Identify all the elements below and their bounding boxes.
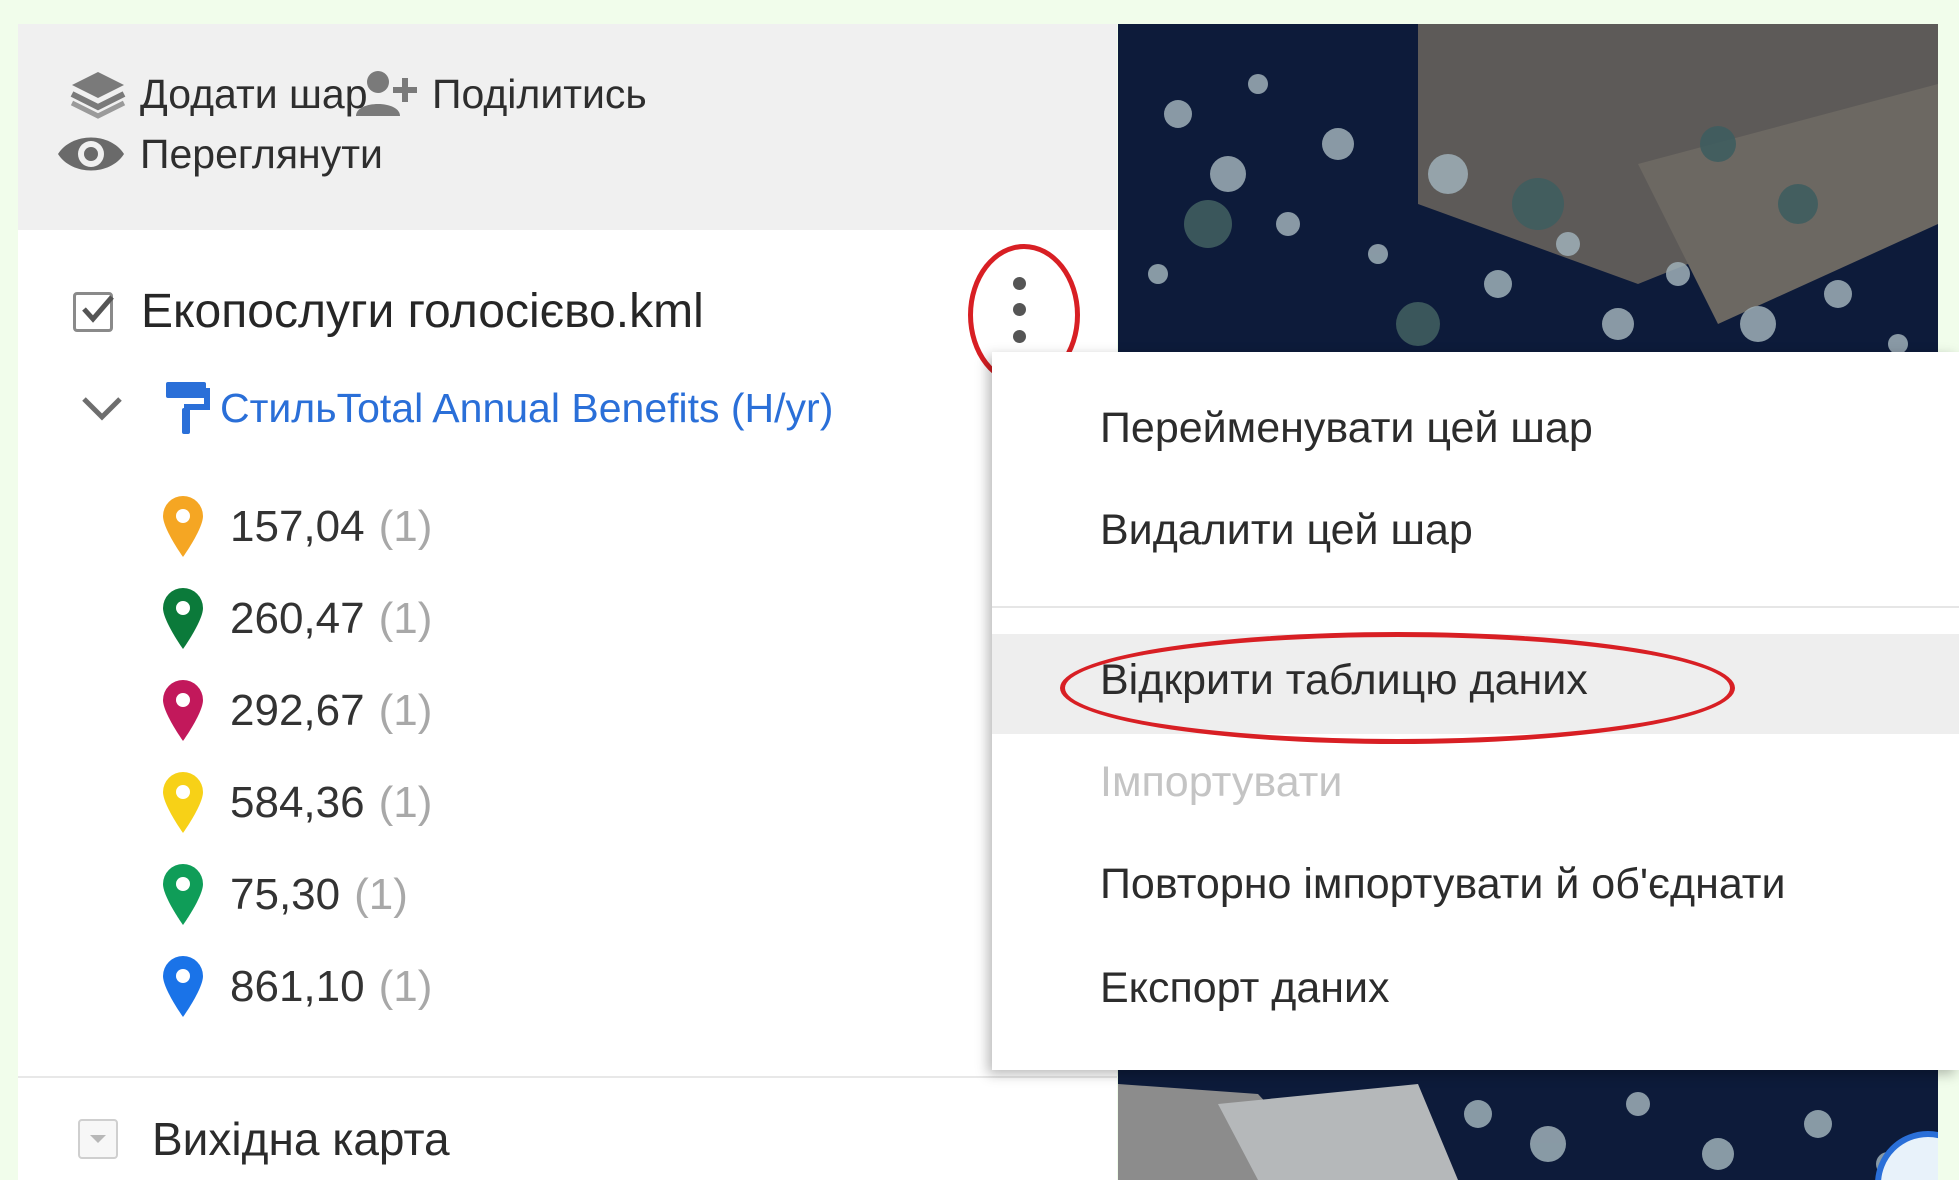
menu-delete[interactable]: Видалити цей шар bbox=[1100, 506, 1473, 555]
toolbar: Додати шар Поділитись Переглянути bbox=[18, 24, 1117, 230]
legend-item[interactable]: 292,67 (1) bbox=[160, 676, 432, 746]
preview-label: Переглянути bbox=[140, 130, 383, 177]
menu-open-data-table[interactable]: Відкрити таблицю даних bbox=[1100, 656, 1588, 705]
layers-icon bbox=[70, 72, 126, 119]
legend-count: (1) bbox=[378, 778, 433, 827]
menu-divider bbox=[992, 606, 1959, 608]
map-pin-icon bbox=[163, 496, 203, 557]
map-pin-icon bbox=[163, 956, 203, 1017]
legend-value: 157,04 bbox=[230, 502, 365, 551]
legend-count: (1) bbox=[378, 686, 433, 735]
map-pin-icon bbox=[163, 772, 203, 833]
paint-roller-icon bbox=[166, 382, 210, 434]
legend-item[interactable]: 157,04 (1) bbox=[160, 492, 432, 562]
style-row: СтильTotal Annual Benefits (H/yr) bbox=[80, 380, 833, 436]
chevron-down-icon[interactable] bbox=[80, 393, 124, 423]
map-pin-icon bbox=[163, 680, 203, 741]
legend-count: (1) bbox=[378, 594, 433, 643]
panel-divider bbox=[18, 1076, 1117, 1078]
menu-export-data[interactable]: Експорт даних bbox=[1100, 964, 1390, 1013]
menu-import: Імпортувати bbox=[1100, 758, 1343, 806]
basemap-row: Вихідна карта bbox=[78, 1112, 450, 1166]
style-link[interactable]: СтильTotal Annual Benefits (H/yr) bbox=[220, 385, 833, 432]
layer-context-menu: Перейменувати цей шар Видалити цей шар В… bbox=[992, 352, 1959, 1070]
triangle-down-icon bbox=[90, 1135, 106, 1143]
map-pin-icon bbox=[163, 864, 203, 925]
more-vert-icon bbox=[1012, 276, 1026, 290]
add-person-icon bbox=[356, 71, 417, 116]
layer-checkbox[interactable] bbox=[73, 291, 114, 332]
map-pin-icon bbox=[163, 588, 203, 649]
checkmark-icon bbox=[82, 294, 114, 323]
legend-value: 861,10 bbox=[230, 962, 365, 1011]
basemap-toggle[interactable] bbox=[78, 1119, 118, 1159]
layer-row: Екопослуги голосієво.kml bbox=[73, 284, 704, 339]
menu-reimport-merge[interactable]: Повторно імпортувати й об'єднати bbox=[1100, 860, 1786, 909]
share-button[interactable]: Поділитись bbox=[354, 68, 647, 120]
legend-item[interactable]: 260,47 (1) bbox=[160, 584, 432, 654]
legend-count: (1) bbox=[354, 870, 408, 919]
eye-icon bbox=[58, 137, 124, 171]
legend-item[interactable]: 584,36 (1) bbox=[160, 768, 432, 838]
preview-button[interactable]: Переглянути bbox=[56, 128, 383, 180]
layer-name[interactable]: Екопослуги голосієво.kml bbox=[141, 284, 704, 339]
legend-value: 584,36 bbox=[230, 778, 365, 827]
menu-rename[interactable]: Перейменувати цей шар bbox=[1100, 404, 1593, 453]
basemap-label[interactable]: Вихідна карта bbox=[152, 1112, 450, 1166]
legend-item[interactable]: 75,30 (1) bbox=[160, 860, 408, 930]
legend-count: (1) bbox=[378, 962, 433, 1011]
legend-count: (1) bbox=[378, 502, 433, 551]
legend-value: 260,47 bbox=[230, 594, 365, 643]
legend-value: 75,30 bbox=[230, 870, 341, 919]
share-label: Поділитись bbox=[432, 70, 647, 117]
legend-item[interactable]: 861,10 (1) bbox=[160, 952, 432, 1022]
legend-value: 292,67 bbox=[230, 686, 365, 735]
add-layer-button[interactable]: Додати шар bbox=[70, 68, 368, 120]
add-layer-label: Додати шар bbox=[140, 70, 368, 117]
layer-options-button[interactable] bbox=[1005, 270, 1033, 350]
